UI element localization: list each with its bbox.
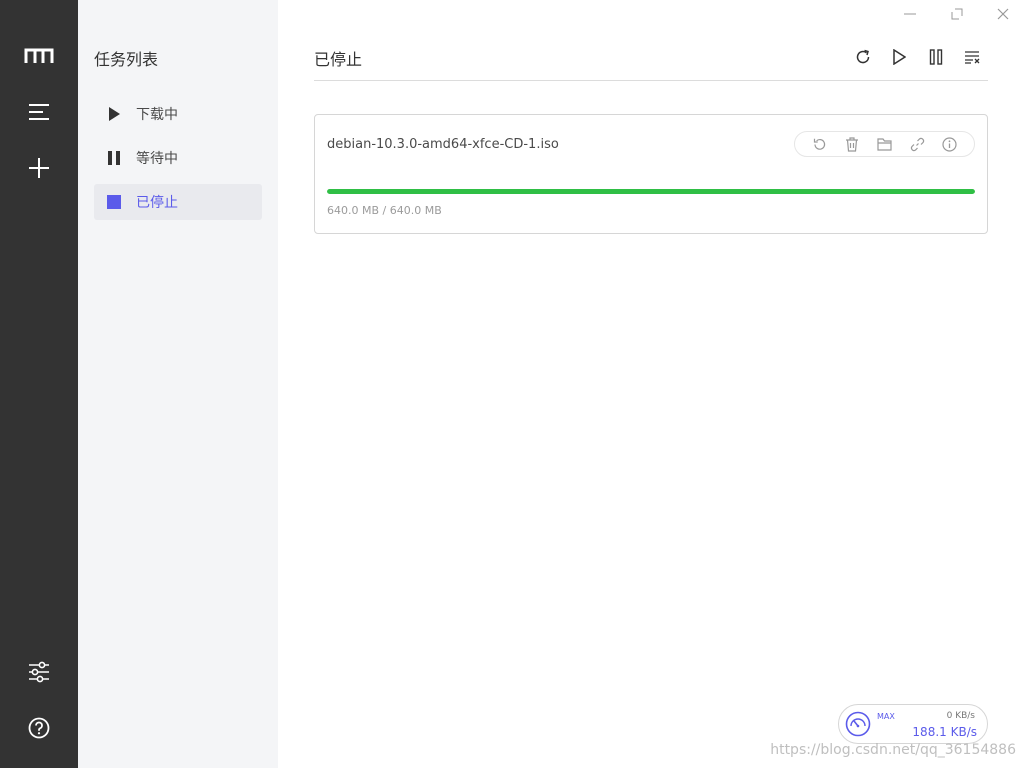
info-icon[interactable] xyxy=(940,134,960,154)
add-task-icon[interactable] xyxy=(19,148,59,188)
pause-all-icon[interactable] xyxy=(925,46,947,68)
refresh-icon[interactable] xyxy=(852,46,874,68)
close-icon[interactable] xyxy=(992,4,1014,24)
download-speed: 188.1 KB/s xyxy=(912,725,977,739)
task-name: debian-10.3.0-amd64-xfce-CD-1.iso xyxy=(327,137,559,152)
sidebar-item-label: 下载中 xyxy=(136,107,178,123)
sidebar-item-label: 已停止 xyxy=(136,195,178,211)
sidebar-item-stopped[interactable]: 已停止 xyxy=(94,184,262,220)
sidebar-item-active[interactable]: 下载中 xyxy=(94,96,262,132)
page-title: 已停止 xyxy=(314,50,363,69)
logo-icon[interactable] xyxy=(19,36,59,76)
link-icon[interactable] xyxy=(907,134,927,154)
maximize-icon[interactable] xyxy=(946,4,968,24)
progress-bar xyxy=(327,189,975,194)
delete-icon[interactable] xyxy=(842,134,862,154)
restart-icon[interactable] xyxy=(809,134,829,154)
sidebar-title: 任务列表 xyxy=(94,50,159,69)
minimize-icon[interactable] xyxy=(899,4,921,24)
task-sidebar: 任务列表 下载中 等待中 已停止 xyxy=(78,0,278,768)
resume-all-icon[interactable] xyxy=(888,46,910,68)
speedometer-icon xyxy=(845,711,871,737)
app-rail xyxy=(0,0,78,768)
stop-icon xyxy=(106,194,122,210)
play-icon xyxy=(106,106,122,122)
speed-limit-label: MAX xyxy=(877,712,895,721)
task-list-icon[interactable] xyxy=(19,92,59,132)
header-divider xyxy=(314,80,988,81)
pause-icon xyxy=(106,150,122,166)
task-size: 640.0 MB / 640.0 MB xyxy=(327,204,442,217)
watermark: https://blog.csdn.net/qq_36154886 xyxy=(770,742,1016,758)
sidebar-item-label: 等待中 xyxy=(136,151,178,167)
upload-speed: 0 KB/s xyxy=(946,711,975,721)
task-actions xyxy=(794,131,975,157)
folder-icon[interactable] xyxy=(874,134,894,154)
task-item[interactable]: debian-10.3.0-amd64-xfce-CD-1.iso 640.0 … xyxy=(314,114,988,234)
purge-list-icon[interactable] xyxy=(961,46,983,68)
preferences-icon[interactable] xyxy=(19,652,59,692)
help-icon[interactable] xyxy=(19,708,59,748)
progress-fill xyxy=(327,189,975,194)
sidebar-item-waiting[interactable]: 等待中 xyxy=(94,140,262,176)
speedometer[interactable]: MAX 0 KB/s 188.1 KB/s xyxy=(838,704,988,744)
